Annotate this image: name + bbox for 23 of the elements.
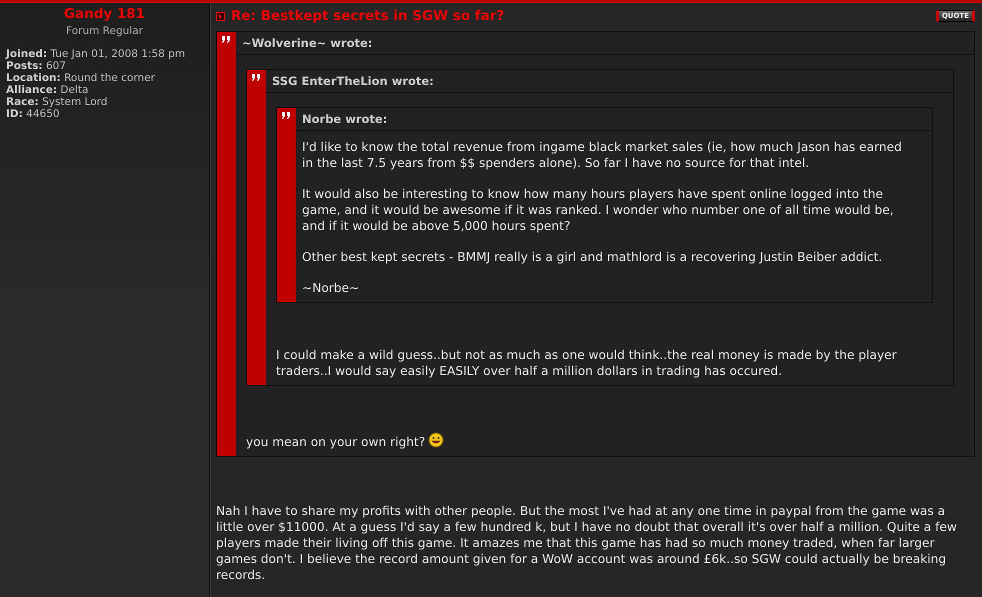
profile-detail: Location: Round the corner [6, 72, 156, 84]
post-icon [216, 12, 225, 20]
author-rank: Forum Regular [65, 25, 144, 37]
quote-author: SSG EnterTheLion wrote: [266, 70, 953, 93]
quote-author: ~Wolverine~ wrote: [236, 32, 974, 55]
quote-text: It would also be interesting to know how many hours players have spent online logged into the game, and it would be awesome if it was ranked. I wonder who number one of all time would be, and if it would be above 5,000 hours spent? [302, 186, 895, 234]
quote-mark-icon [251, 73, 262, 82]
quote-mark-icon [221, 35, 232, 44]
profile-detail: ID: 44650 [6, 108, 61, 120]
profile-detail: Joined: Tue Jan 01, 2008 1:58 pm [6, 48, 186, 60]
post-title: Re: Bestkept secrets in SGW so far? [231, 8, 506, 24]
author-name: Gandy 181 [62, 6, 146, 22]
quote-text: I'd like to know the total revenue from ingame black market sales (ie, how much Jason has earned in the last 7.5 years from $$ spenders alone). So far I have no source for that intel. [302, 139, 903, 171]
post-text: Nah I have to share my profits with other people. But the most I've had at any one time in paypal from the game was a little over $11000. At a guess I'd say a few hundred k, but I have no doubt that overall it's over half a million. Quite a few players made their living off this game. It amazes me that this game has had so much money traded, when far larger games don't. I believe the record amount given for a WoW account was around £6k..so SGW could actually be breaking records. [216, 503, 958, 583]
quote-mark-icon [281, 111, 292, 120]
quote-text: Other best kept secrets - BMMJ really is a girl and mathlord is a recovering Justin Beiber addict. [302, 249, 884, 265]
quote-text: ~Norbe~ [302, 280, 360, 296]
quote-text: you mean on your own right? [246, 432, 954, 450]
profile-detail: Alliance: Delta [6, 84, 90, 96]
quote-text: I could make a wild guess..but not as much as one would think..the real money is made by the player traders..I would say easily EASILY over half a million dollars in trading has occured. [276, 347, 898, 379]
profile-detail: Posts: 607 [6, 60, 68, 72]
profile-detail: Race: System Lord [6, 96, 108, 108]
quote-author: Norbe wrote: [296, 108, 932, 131]
